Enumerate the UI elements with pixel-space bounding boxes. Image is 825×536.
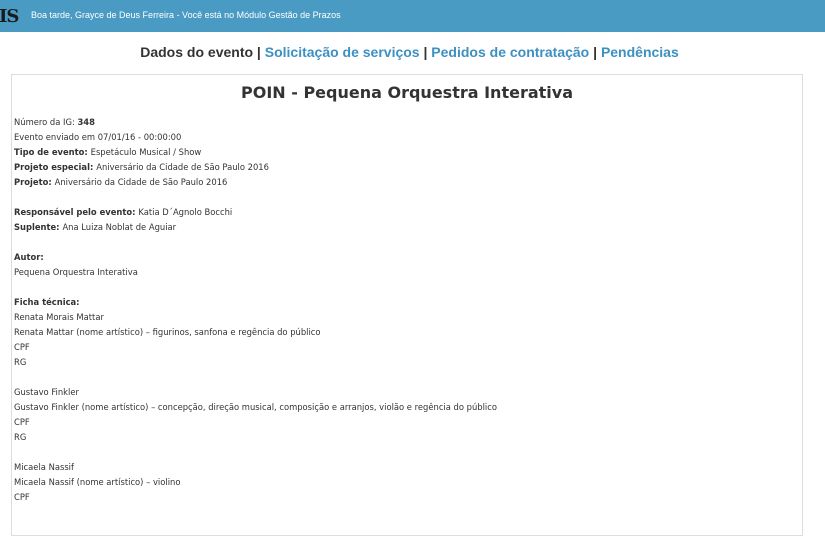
nav-dados-evento: Dados do evento	[140, 44, 254, 60]
nav-separator: |	[593, 44, 598, 60]
nav-separator: |	[423, 44, 428, 60]
event-nav: Dados do evento | Solicitação de serviço…	[0, 44, 822, 60]
ig-number-label: Número da IG:	[14, 117, 78, 127]
tech-sheet-label: Ficha técnica:	[14, 297, 80, 307]
responsible-label: Responsável pelo evento:	[14, 207, 139, 217]
project-value: Aniversário da Cidade de São Paulo 2016	[54, 177, 228, 187]
project-label: Projeto:	[14, 177, 55, 187]
substitute-value: Ana Luiza Noblat de Aguiar	[62, 222, 177, 232]
special-project-row: Projeto especial: Aniversário da Cidade …	[14, 160, 794, 175]
member-cpf: CPF	[14, 342, 30, 352]
event-type-value: Espetáculo Musical / Show	[90, 147, 202, 157]
nav-pedidos-contratacao[interactable]: Pedidos de contratação	[431, 44, 589, 60]
substitute-row: Suplente: Ana Luiza Noblat de Aguiar	[14, 220, 794, 235]
top-bar: IS Boa tarde, Grayce de Deus Ferreira - …	[0, 0, 825, 32]
member-name: Gustavo Finkler	[14, 387, 79, 397]
nav-pendencias[interactable]: Pendências	[601, 44, 679, 60]
app-logo[interactable]: IS	[0, 6, 19, 27]
member-role: Gustavo Finkler (nome artístico) – conce…	[14, 402, 497, 412]
greeting-text: Boa tarde, Grayce de Deus Ferreira - Voc…	[31, 10, 341, 20]
special-project-label: Projeto especial:	[14, 162, 97, 172]
special-project-value: Aniversário da Cidade de São Paulo 2016	[96, 162, 269, 172]
event-details: Número da IG: 348 Evento enviado em 07/0…	[14, 115, 794, 505]
substitute-label: Suplente:	[14, 222, 63, 232]
author-label: Autor:	[14, 252, 44, 262]
ig-number-row: Número da IG: 348	[14, 115, 794, 130]
event-type-label: Tipo de evento:	[14, 147, 91, 157]
sent-date: Evento enviado em 07/01/16 - 00:00:00	[14, 132, 182, 142]
member-cpf: CPF	[14, 417, 30, 427]
member-name: Renata Morais Mattar	[14, 312, 104, 322]
nav-solicitacao-servicos[interactable]: Solicitação de serviços	[265, 44, 420, 60]
project-row: Projeto: Aniversário da Cidade de São Pa…	[14, 175, 794, 190]
event-details-panel: POIN - Pequena Orquestra Interativa Núme…	[11, 74, 803, 536]
nav-separator: |	[256, 44, 261, 60]
member-cpf: CPF	[14, 492, 30, 502]
responsible-row: Responsável pelo evento: Katia D´Agnolo …	[14, 205, 794, 220]
ig-number-value: 348	[77, 117, 95, 127]
member-name: Micaela Nassif	[14, 462, 74, 472]
member-role: Micaela Nassif (nome artístico) – violin…	[14, 477, 181, 487]
member-role: Renata Mattar (nome artístico) – figurin…	[14, 327, 321, 337]
author-value: Pequena Orquestra Interativa	[14, 267, 138, 277]
member-rg: RG	[14, 357, 27, 367]
responsible-value: Katia D´Agnolo Bocchi	[138, 207, 233, 217]
event-title: POIN - Pequena Orquestra Interativa	[241, 83, 573, 102]
event-type-row: Tipo de evento: Espetáculo Musical / Sho…	[14, 145, 794, 160]
member-rg: RG	[14, 432, 27, 442]
